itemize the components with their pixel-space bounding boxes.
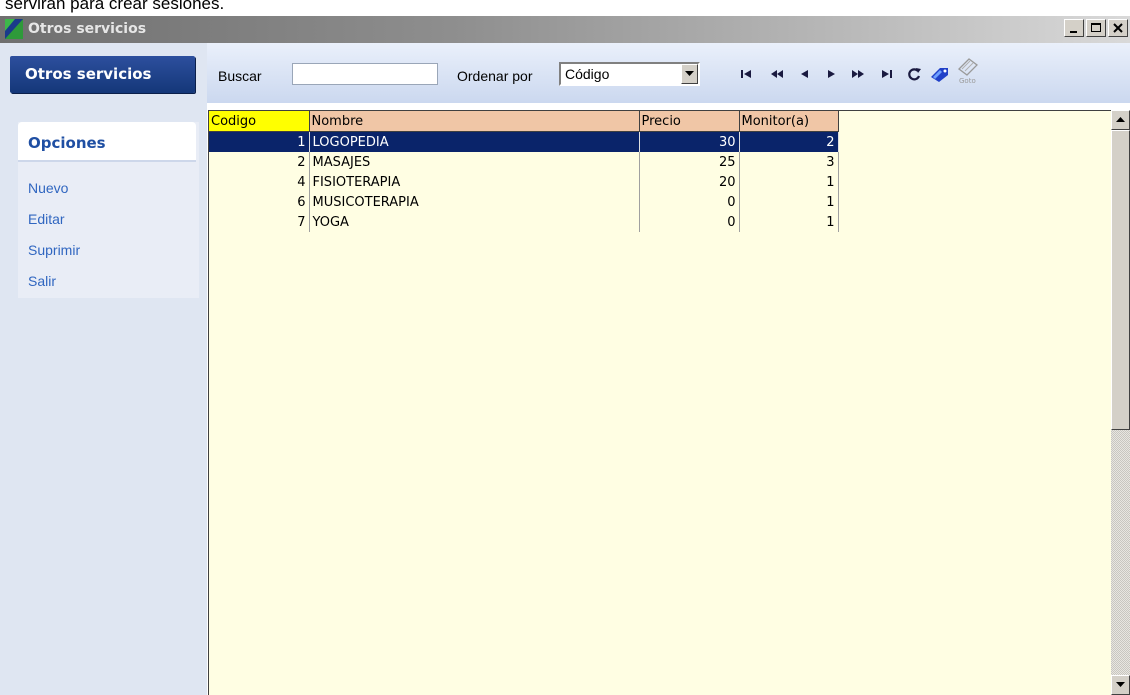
first-record-icon[interactable] <box>737 65 757 83</box>
cell-monitor: 2 <box>739 131 839 152</box>
refresh-icon[interactable] <box>904 65 924 83</box>
cell-codigo: 1 <box>209 131 310 152</box>
scroll-thumb[interactable] <box>1111 130 1130 430</box>
table-row[interactable]: 4 FISIOTERAPIA 20 1 <box>209 172 839 192</box>
previous-record-icon[interactable] <box>795 65 815 83</box>
table-row[interactable]: 1 LOGOPEDIA 30 2 <box>209 131 839 152</box>
cell-precio: 20 <box>639 172 740 192</box>
options-title: Opciones <box>18 122 196 162</box>
order-select[interactable]: Código <box>559 62 700 86</box>
cell-nombre: MASAJES <box>309 152 640 172</box>
options-panel: Opciones Nuevo Editar Suprimir Salir <box>18 122 199 298</box>
cell-precio: 0 <box>639 212 740 232</box>
new-link[interactable]: Nuevo <box>28 180 68 196</box>
maximize-icon[interactable] <box>1086 19 1106 37</box>
cell-codigo: 4 <box>209 172 310 192</box>
col-header-nombre[interactable]: Nombre <box>309 111 640 132</box>
toolbar: Buscar Ordenar por Código Goto <box>207 43 1130 103</box>
col-header-precio[interactable]: Precio <box>639 111 740 132</box>
app-icon <box>5 19 23 39</box>
services-table: Codigo Nombre Precio Monitor(a) 1 LOGOPE… <box>209 111 839 232</box>
search-input[interactable] <box>292 63 438 85</box>
cell-precio: 0 <box>639 192 740 212</box>
next-page-icon[interactable] <box>848 65 868 83</box>
cell-codigo: 6 <box>209 192 310 212</box>
sidebar-header: Otros servicios <box>10 56 195 93</box>
close-icon[interactable] <box>1108 19 1128 37</box>
sidebar: Otros servicios Opciones Nuevo Editar Su… <box>0 43 207 695</box>
col-header-monitor[interactable]: Monitor(a) <box>739 111 839 132</box>
cell-codigo: 7 <box>209 212 310 232</box>
cell-nombre: YOGA <box>309 212 640 232</box>
cell-nombre: LOGOPEDIA <box>309 131 640 152</box>
order-select-value: Código <box>565 66 610 82</box>
table-row[interactable]: 6 MUSICOTERAPIA 0 1 <box>209 192 839 212</box>
window-controls <box>1064 19 1128 37</box>
document-text: servirán para crear sesiones. <box>5 0 225 13</box>
cell-monitor: 1 <box>739 172 839 192</box>
cell-monitor: 1 <box>739 192 839 212</box>
data-grid[interactable]: Codigo Nombre Precio Monitor(a) 1 LOGOPE… <box>208 110 1111 695</box>
tag-icon[interactable] <box>929 65 949 83</box>
cell-monitor: 1 <box>739 212 839 232</box>
col-header-codigo[interactable]: Codigo <box>209 111 310 132</box>
edit-link[interactable]: Editar <box>28 211 65 227</box>
vertical-scrollbar[interactable] <box>1111 110 1130 695</box>
order-label: Ordenar por <box>457 68 533 84</box>
last-record-icon[interactable] <box>876 65 896 83</box>
table-row[interactable]: 7 YOGA 0 1 <box>209 212 839 232</box>
cell-nombre: MUSICOTERAPIA <box>309 192 640 212</box>
cell-nombre: FISIOTERAPIA <box>309 172 640 192</box>
scroll-down-icon[interactable] <box>1111 675 1130 695</box>
exit-link[interactable]: Salir <box>28 273 56 289</box>
table-header-row: Codigo Nombre Precio Monitor(a) <box>209 111 839 132</box>
search-label: Buscar <box>218 68 262 84</box>
goto-label: Goto <box>959 77 976 85</box>
next-record-icon[interactable] <box>821 65 841 83</box>
chevron-down-icon[interactable] <box>681 64 698 84</box>
cell-precio: 25 <box>639 152 740 172</box>
cell-monitor: 3 <box>739 152 839 172</box>
previous-page-icon[interactable] <box>767 65 787 83</box>
scroll-up-icon[interactable] <box>1111 110 1130 130</box>
delete-link[interactable]: Suprimir <box>28 242 80 258</box>
goto-icon[interactable]: Goto <box>955 55 981 85</box>
cell-codigo: 2 <box>209 152 310 172</box>
window-title: Otros servicios <box>28 21 147 37</box>
cell-precio: 30 <box>639 131 740 152</box>
table-row[interactable]: 2 MASAJES 25 3 <box>209 152 839 172</box>
minimize-icon[interactable] <box>1064 19 1084 37</box>
window-titlebar[interactable]: Otros servicios <box>0 16 1130 43</box>
